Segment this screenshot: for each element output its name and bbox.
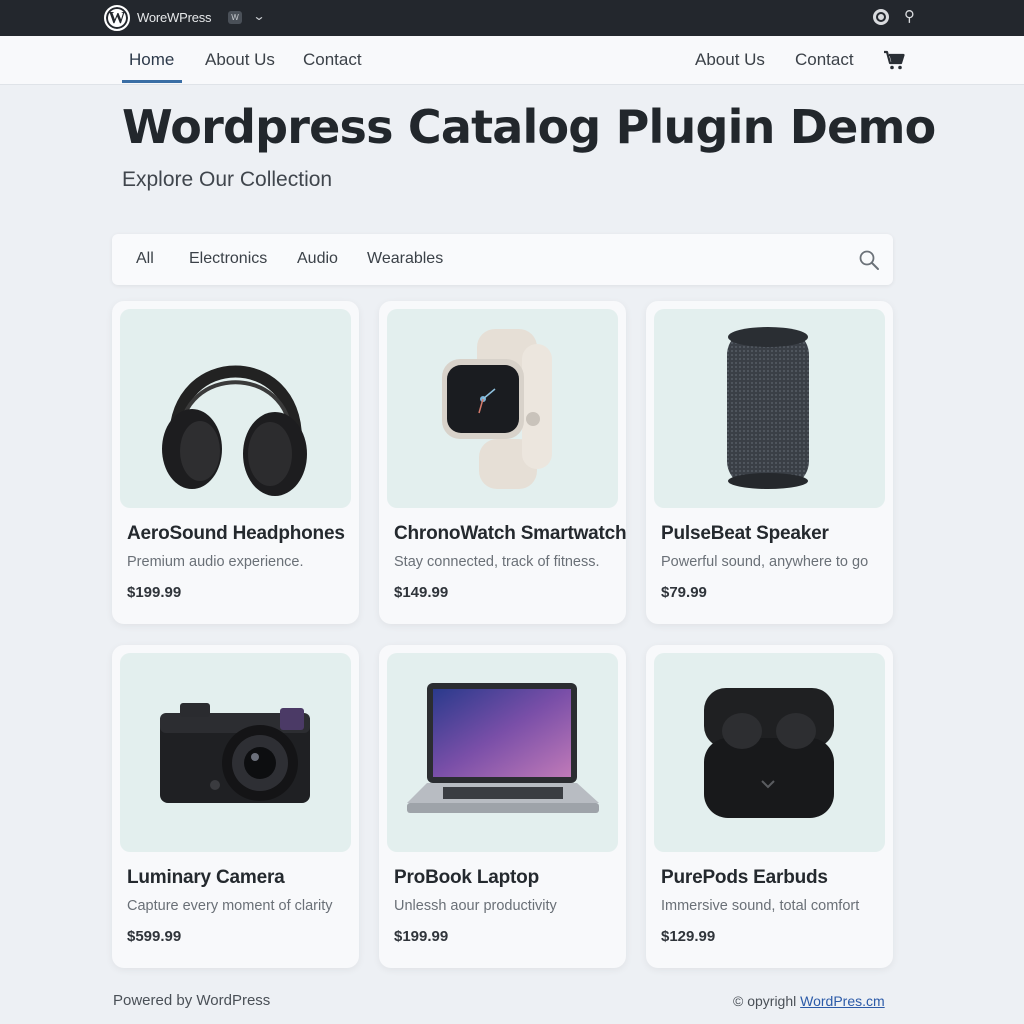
- notification-icon[interactable]: [873, 9, 889, 25]
- product-card[interactable]: ProBook Laptop Unlessh aour productivity…: [379, 645, 626, 968]
- product-image-headphones[interactable]: [120, 309, 351, 508]
- product-title[interactable]: PurePods Earbuds: [661, 867, 828, 889]
- product-image-camera[interactable]: [120, 653, 351, 852]
- product-image-smartwatch[interactable]: [387, 309, 618, 508]
- product-title[interactable]: ProBook Laptop: [394, 867, 539, 889]
- product-price: $79.99: [661, 584, 707, 601]
- product-image-laptop[interactable]: [387, 653, 618, 852]
- product-card[interactable]: AeroSound Headphones Premium audio exper…: [112, 301, 359, 624]
- product-price: $149.99: [394, 584, 449, 601]
- nav-contact-right[interactable]: Contact: [795, 50, 854, 70]
- nav-contact[interactable]: Contact: [303, 50, 362, 70]
- product-title[interactable]: ChronoWatch Smartwatch: [394, 523, 627, 545]
- product-description: Capture every moment of clarity: [127, 898, 333, 914]
- copyright-text: © opyrighl: [733, 993, 797, 1009]
- product-image-speaker[interactable]: [654, 309, 885, 508]
- product-title[interactable]: PulseBeat Speaker: [661, 523, 829, 545]
- admin-bar: W WoreWPress W ⌄ ⚲: [0, 0, 1024, 36]
- product-card[interactable]: ChronoWatch Smartwatch Stay connected, t…: [379, 301, 627, 624]
- user-menu-icon[interactable]: ⚲: [904, 7, 915, 25]
- product-description: Unlessh aour productivity: [394, 898, 557, 914]
- page-title: Wordpress Catalog Plugin Demo: [122, 100, 936, 154]
- footer-link[interactable]: WordPres.cm: [800, 993, 885, 1009]
- nav-home[interactable]: Home: [129, 50, 174, 70]
- search-icon[interactable]: [858, 249, 880, 271]
- active-tab-indicator: [122, 80, 182, 83]
- footer-powered-by: Powered by WordPress: [113, 992, 271, 1009]
- product-description: Powerful sound, anywhere to go: [661, 554, 869, 570]
- footer-copyright: © opyrighl WordPres.cm: [733, 993, 885, 1009]
- filter-all[interactable]: All: [136, 250, 154, 268]
- product-card[interactable]: Luminary Camera Capture every moment of …: [112, 645, 359, 968]
- cart-icon[interactable]: [883, 49, 905, 71]
- filter-wearables[interactable]: Wearables: [367, 250, 443, 268]
- product-title[interactable]: Luminary Camera: [127, 867, 285, 889]
- chevron-down-icon[interactable]: ⌄: [252, 9, 265, 23]
- product-price: $129.99: [661, 928, 716, 945]
- product-description: Stay connected, track of fitness.: [394, 554, 600, 570]
- page-subtitle: Explore Our Collection: [122, 168, 333, 191]
- filter-audio[interactable]: Audio: [297, 250, 338, 268]
- site-badge-icon[interactable]: W: [228, 11, 242, 24]
- product-card[interactable]: PurePods Earbuds Immersive sound, total …: [646, 645, 893, 968]
- filter-bar: All Electronics Audio Wearables: [112, 234, 893, 285]
- main-nav: Home About Us Contact About Us Contact: [0, 36, 1024, 85]
- product-price: $199.99: [127, 584, 182, 601]
- site-name[interactable]: WoreWPress: [137, 10, 212, 25]
- product-description: Premium audio experience.: [127, 554, 304, 570]
- product-title[interactable]: AeroSound Headphones: [127, 523, 345, 545]
- filter-electronics[interactable]: Electronics: [189, 250, 267, 268]
- product-image-earbuds[interactable]: [654, 653, 885, 852]
- product-description: Immersive sound, total comfort: [661, 898, 860, 914]
- nav-about-us[interactable]: About Us: [205, 50, 275, 70]
- nav-about-us-right[interactable]: About Us: [695, 50, 765, 70]
- product-price: $199.99: [394, 928, 449, 945]
- product-card[interactable]: PulseBeat Speaker Powerful sound, anywhe…: [646, 301, 893, 624]
- product-price: $599.99: [127, 928, 182, 945]
- wordpress-logo-icon[interactable]: W: [104, 5, 130, 31]
